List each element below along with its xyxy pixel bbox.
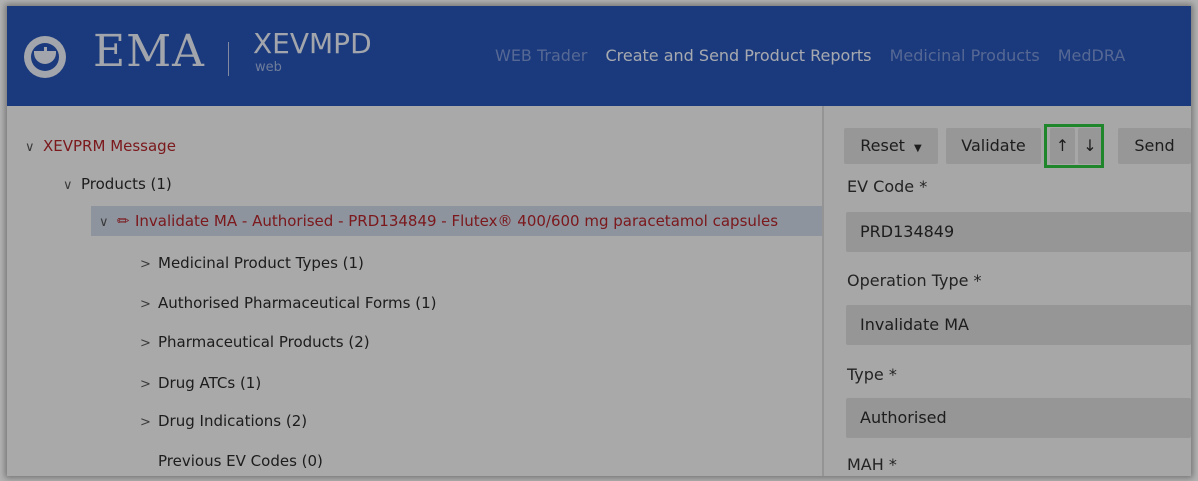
tree-item-label: XEVPRM Message — [43, 137, 176, 155]
top-navigation: WEB Trader Create and Send Product Repor… — [495, 46, 1138, 66]
chevron-right-icon[interactable]: > — [140, 290, 158, 320]
nav-medicinal-products[interactable]: Medicinal Products — [890, 46, 1040, 65]
caret-down-icon: ▼ — [914, 143, 922, 154]
tree-item-label: Medicinal Product Types (1) — [158, 254, 364, 272]
nav-create-send-reports[interactable]: Create and Send Product Reports — [605, 46, 871, 65]
reset-dropdown-button[interactable]: Reset ▼ — [844, 128, 938, 164]
ev-code-label: EV Code * — [847, 177, 928, 196]
send-button[interactable]: Send — [1118, 128, 1191, 164]
tree-item-drug-indications[interactable]: > Drug Indications (2) — [140, 406, 307, 436]
reset-label: Reset — [860, 136, 905, 155]
app-window: EMA XEVMPD web WEB Trader Create and Sen… — [7, 6, 1191, 476]
tree-item-label: Products (1) — [81, 175, 172, 193]
logo-text: EMA — [93, 26, 205, 77]
tree-item-pharmaceutical-products[interactable]: > Pharmaceutical Products (2) — [140, 327, 370, 357]
tree-item-previous-ev-codes[interactable]: Previous EV Codes (0) — [158, 446, 323, 476]
details-panel: Reset ▼ Validate ↑ ↓ Send EV Code * PRD1… — [824, 106, 1191, 476]
tree-item-medicinal-product-types[interactable]: > Medicinal Product Types (1) — [140, 248, 364, 278]
type-label: Type * — [847, 365, 897, 384]
chevron-right-icon[interactable]: > — [140, 329, 158, 359]
product-subtitle: web — [255, 60, 282, 75]
tree-item-selected-product[interactable]: ∨ ✏ Invalidate MA - Authorised - PRD134849… — [91, 206, 822, 236]
chevron-right-icon[interactable]: > — [140, 370, 158, 400]
app-header: EMA XEVMPD web WEB Trader Create and Sen… — [7, 6, 1191, 106]
message-tree: ∨ XEVPRM Message ∨ Products (1) ∨ ✏ Invalida… — [7, 106, 822, 476]
tree-item-label: Drug ATCs (1) — [158, 374, 262, 392]
chevron-right-icon[interactable]: > — [140, 408, 158, 438]
nav-meddra[interactable]: MedDRA — [1058, 46, 1126, 65]
type-field[interactable]: Authorised — [846, 398, 1191, 438]
tree-item-label: Drug Indications (2) — [158, 412, 308, 430]
chevron-down-icon[interactable]: ∨ — [99, 208, 117, 238]
nav-web-trader[interactable]: WEB Trader — [495, 46, 587, 65]
chevron-down-icon[interactable]: ∨ — [25, 133, 43, 163]
tree-item-label: Authorised Pharmaceutical Forms (1) — [158, 294, 437, 312]
tree-item-label: Previous EV Codes (0) — [158, 452, 323, 470]
operation-type-label: Operation Type * — [847, 271, 982, 290]
highlight-box — [1044, 124, 1104, 168]
chevron-down-icon[interactable]: ∨ — [63, 171, 81, 201]
chevron-right-icon[interactable]: > — [140, 250, 158, 280]
tree-item-root[interactable]: ∨ XEVPRM Message — [25, 131, 176, 161]
logo-divider — [228, 42, 229, 76]
product-name: XEVMPD — [253, 27, 372, 60]
validate-button[interactable]: Validate — [946, 128, 1041, 164]
tree-item-authorised-pharmaceutical-forms[interactable]: > Authorised Pharmaceutical Forms (1) — [140, 288, 436, 318]
ev-code-field[interactable]: PRD134849 — [846, 212, 1191, 252]
tree-item-label: Pharmaceutical Products (2) — [158, 333, 370, 351]
ema-logo-icon — [24, 36, 66, 78]
tree-item-drug-atcs[interactable]: > Drug ATCs (1) — [140, 368, 261, 398]
operation-type-field[interactable]: Invalidate MA — [846, 305, 1191, 345]
mah-label: MAH * — [847, 455, 897, 474]
tree-item-label: Invalidate MA - Authorised - PRD134849 -… — [135, 212, 779, 230]
pencil-edit-icon: ✏ — [117, 212, 130, 230]
tree-item-products[interactable]: ∨ Products (1) — [63, 169, 172, 199]
